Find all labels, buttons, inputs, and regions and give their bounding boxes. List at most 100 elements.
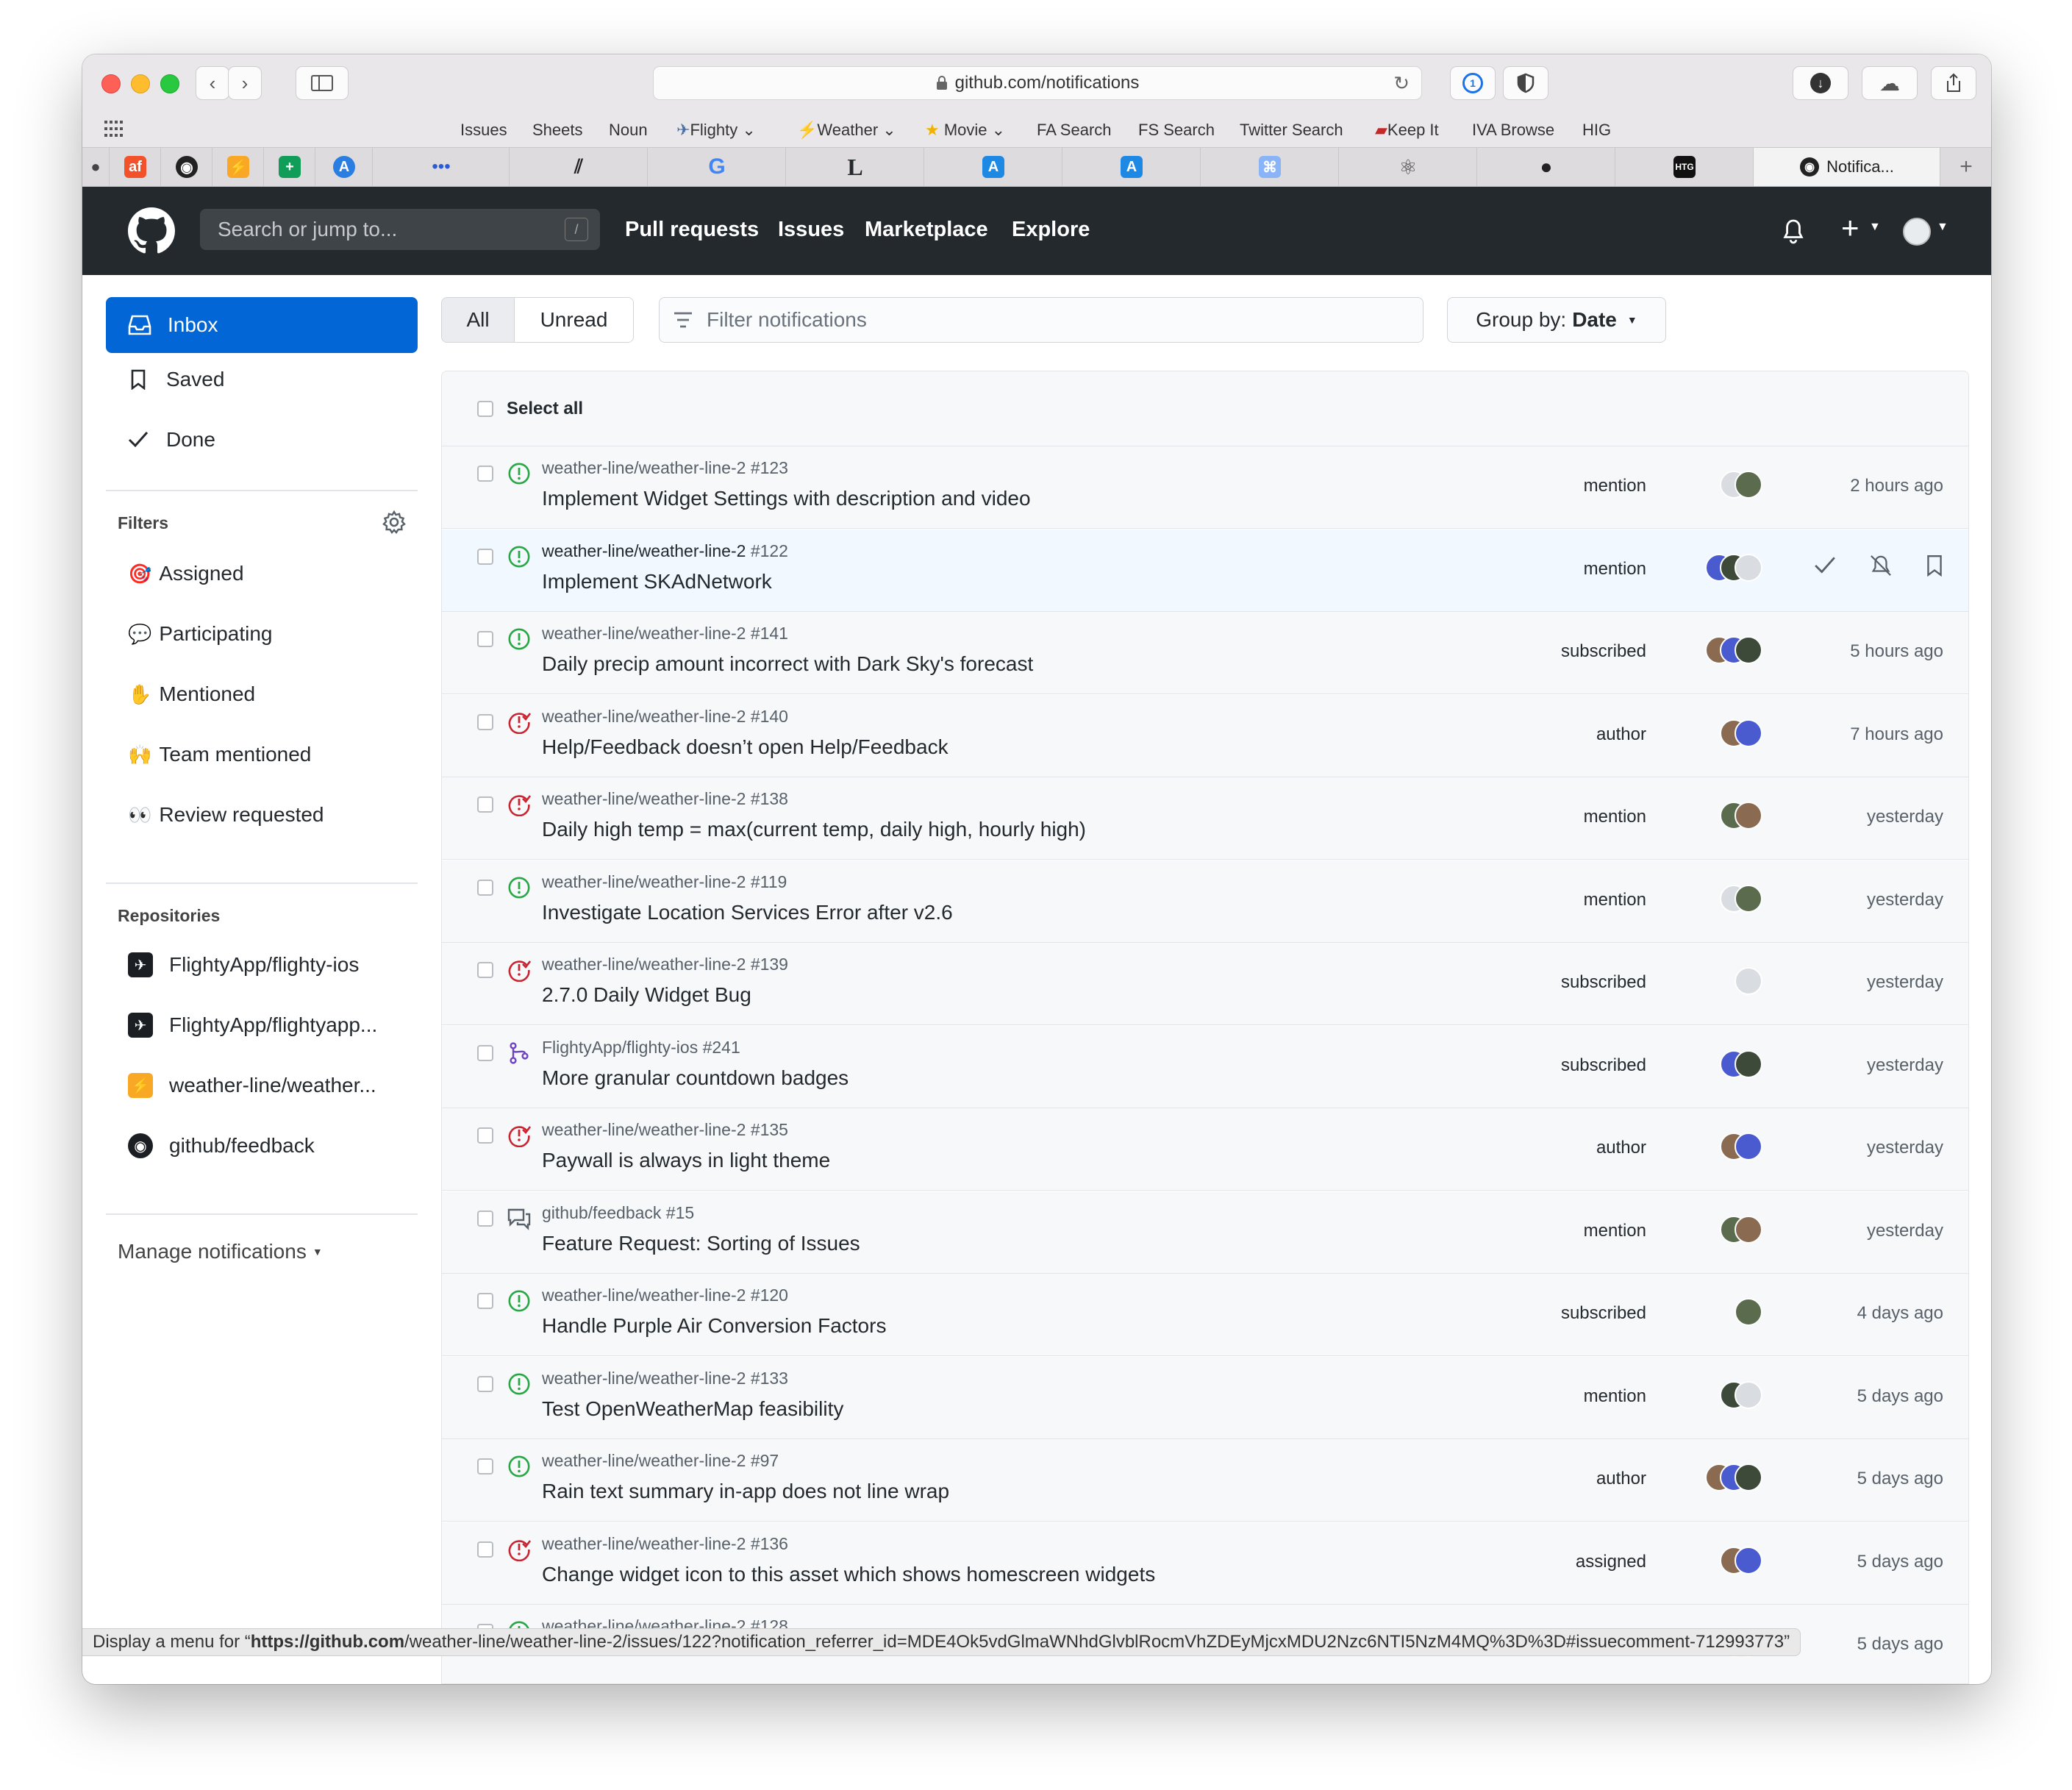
bookmark-issues[interactable]: Issues [460, 121, 507, 140]
notification-repo[interactable]: weather-line/weather-line-2 #123 [542, 458, 788, 478]
tab-pinned[interactable]: ••• [372, 148, 510, 186]
notification-row[interactable]: github/feedback #15 Feature Request: Sort… [442, 1191, 1968, 1274]
password-manager-button[interactable]: 1 [1450, 66, 1496, 100]
notification-repo[interactable]: weather-line/weather-line-2 #140 [542, 707, 788, 727]
notification-title[interactable]: Change widget icon to this asset which s… [542, 1563, 1155, 1586]
tab-all[interactable]: All [442, 298, 515, 342]
notification-title[interactable]: Implement SKAdNetwork [542, 570, 772, 593]
notification-title[interactable]: Paywall is always in light theme [542, 1149, 830, 1172]
zoom-window-button[interactable] [160, 74, 179, 93]
privacy-extension-button[interactable] [1503, 66, 1548, 100]
tab-pinned[interactable]: + [263, 148, 315, 186]
notification-title[interactable]: Daily precip amount incorrect with Dark … [542, 652, 1033, 676]
filter-participating[interactable]: 💬 Participating [106, 612, 418, 656]
notification-repo[interactable]: weather-line/weather-line-2 #136 [542, 1534, 788, 1554]
search-input[interactable]: Search or jump to... / [200, 209, 600, 250]
nav-pull-requests[interactable]: Pull requests [625, 218, 759, 242]
repo-flightyapp[interactable]: ✈ FlightyApp/flightyapp... [106, 1003, 418, 1047]
github-logo-icon[interactable] [128, 207, 175, 254]
tab-pinned[interactable]: ◉ [160, 148, 212, 186]
notification-checkbox[interactable] [477, 1127, 493, 1144]
notification-title[interactable]: Rain text summary in-app does not line w… [542, 1480, 949, 1503]
notification-checkbox[interactable] [477, 1458, 493, 1475]
repo-flighty-ios[interactable]: ✈ FlightyApp/flighty-ios [106, 943, 418, 987]
notification-repo[interactable]: weather-line/weather-line-2 #138 [542, 789, 788, 809]
tab-pinned[interactable]: L [785, 148, 924, 186]
new-tab-button[interactable]: + [1940, 148, 1991, 186]
repo-weather-line[interactable]: ⚡ weather-line/weather... [106, 1063, 418, 1108]
tab-pinned[interactable]: ⚛ [1338, 148, 1477, 186]
notification-checkbox[interactable] [477, 879, 493, 896]
notification-checkbox[interactable] [477, 1293, 493, 1309]
tab-pinned[interactable]: ⫽ [509, 148, 648, 186]
bookmark-fa-search[interactable]: FA Search [1037, 121, 1112, 140]
nav-explore[interactable]: Explore [1012, 218, 1090, 242]
notification-repo[interactable]: weather-line/weather-line-2 #120 [542, 1286, 788, 1305]
tab-active[interactable]: ◉ Notifica... [1753, 148, 1940, 186]
nav-marketplace[interactable]: Marketplace [865, 218, 988, 242]
notification-title[interactable]: Daily high temp = max(current temp, dail… [542, 818, 1086, 841]
notification-row[interactable]: weather-line/weather-line-2 #119 Investig… [442, 860, 1968, 943]
user-avatar[interactable] [1903, 218, 1931, 246]
notification-checkbox[interactable] [477, 548, 493, 565]
notification-repo[interactable]: github/feedback #15 [542, 1203, 694, 1223]
bell-icon[interactable] [1782, 219, 1804, 244]
notification-row[interactable]: weather-line/weather-line-2 #120 Handle P… [442, 1274, 1968, 1356]
notification-row[interactable]: weather-line/weather-line-2 #136 Change w… [442, 1522, 1968, 1605]
filter-review-requested[interactable]: 👀 Review requested [106, 793, 418, 837]
tab-pinned[interactable]: HTG [1615, 148, 1754, 186]
notification-checkbox[interactable] [477, 796, 493, 813]
notification-row[interactable]: weather-line/weather-line-2 #122 Implemen… [442, 529, 1968, 612]
notification-checkbox[interactable] [477, 713, 493, 730]
filter-assigned[interactable]: 🎯 Assigned [106, 552, 418, 596]
forward-button[interactable]: › [228, 66, 262, 100]
bookmark-weather[interactable]: ⚡Weather ⌄ [797, 121, 896, 140]
minimize-window-button[interactable] [131, 74, 150, 93]
bookmark-keep-it[interactable]: ▰Keep It [1375, 121, 1439, 140]
bookmark-fs-search[interactable]: FS Search [1138, 121, 1215, 140]
notification-row[interactable]: weather-line/weather-line-2 #139 2.7.0 Da… [442, 943, 1968, 1025]
notification-title[interactable]: Help/Feedback doesn’t open Help/Feedback [542, 735, 949, 759]
back-button[interactable]: ‹ [196, 66, 229, 100]
filter-team-mentioned[interactable]: 🙌 Team mentioned [106, 732, 418, 777]
bookmark-flighty[interactable]: ✈Flighty ⌄ [676, 121, 756, 140]
tab-pinned[interactable]: ● [1476, 148, 1615, 186]
notification-checkbox[interactable] [477, 962, 493, 978]
sidebar-item-inbox[interactable]: Inbox [106, 297, 418, 353]
notification-row[interactable]: weather-line/weather-line-2 #97 Rain text… [442, 1439, 1968, 1522]
sidebar-item-done[interactable]: Done [106, 418, 418, 462]
notification-title[interactable]: More granular countdown badges [542, 1066, 849, 1090]
notification-repo[interactable]: weather-line/weather-line-2 #119 [542, 872, 787, 892]
notification-repo[interactable]: FlightyApp/flighty-ios #241 [542, 1038, 740, 1058]
filter-mentioned[interactable]: ✋ Mentioned [106, 672, 418, 716]
notification-checkbox[interactable] [477, 1210, 493, 1227]
close-window-button[interactable] [101, 74, 121, 93]
notification-row[interactable]: weather-line/weather-line-2 #135 Paywall … [442, 1108, 1968, 1191]
tab-pinned[interactable]: G [647, 148, 786, 186]
notification-title[interactable]: Test OpenWeatherMap feasibility [542, 1397, 843, 1421]
downloads-button[interactable]: ↓ [1793, 66, 1848, 100]
notification-title[interactable]: Investigate Location Services Error afte… [542, 901, 953, 924]
icloud-tabs-button[interactable]: ☁ [1862, 66, 1918, 100]
tab-pinned[interactable]: ⚡ [212, 148, 264, 186]
group-by-dropdown[interactable]: Group by: Date ▼ [1447, 297, 1666, 343]
save-bookmark-icon[interactable] [1926, 555, 1943, 577]
notification-checkbox[interactable] [477, 1541, 493, 1558]
repo-github-feedback[interactable]: ◉ github/feedback [106, 1124, 418, 1168]
notification-repo[interactable]: weather-line/weather-line-2 #133 [542, 1369, 788, 1388]
notification-repo[interactable]: weather-line/weather-line-2 #139 [542, 955, 788, 974]
notification-title[interactable]: Implement Widget Settings with descripti… [542, 487, 1031, 510]
notification-repo[interactable]: weather-line/weather-line-2 #97 [542, 1451, 779, 1471]
manage-notifications-button[interactable]: Manage notifications ▼ [106, 1230, 418, 1274]
tab-pinned[interactable]: A [1062, 148, 1201, 186]
notification-row[interactable]: weather-line/weather-line-2 #138 Daily hi… [442, 777, 1968, 860]
tab-pinned[interactable]: af [109, 148, 161, 186]
create-new-icon[interactable]: + [1841, 210, 1860, 246]
filter-notifications-input[interactable]: Filter notifications [659, 297, 1423, 343]
share-button[interactable] [1931, 66, 1976, 100]
unsubscribe-bell-slash-icon[interactable] [1870, 555, 1892, 577]
notification-repo[interactable]: weather-line/weather-line-2 #135 [542, 1120, 788, 1140]
bookmark-movie[interactable]: ★ Movie ⌄ [925, 121, 1005, 140]
notification-checkbox[interactable] [477, 631, 493, 647]
address-bar[interactable]: github.com/notifications ↻ [653, 66, 1422, 100]
